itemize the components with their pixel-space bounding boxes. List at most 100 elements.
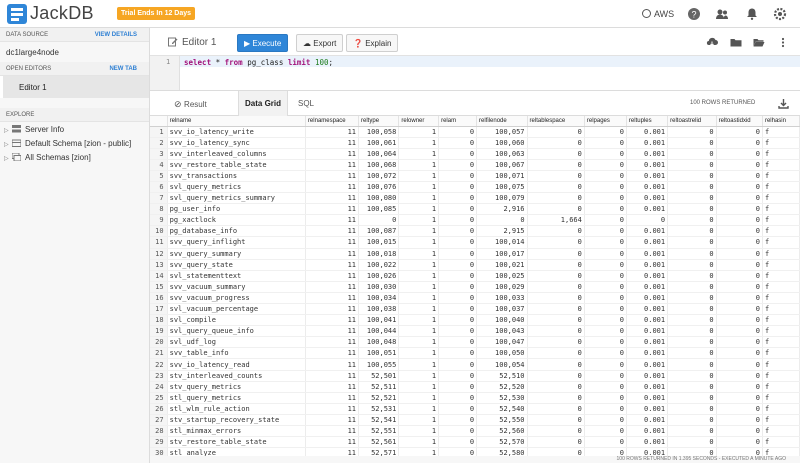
table-cell[interactable]: 0 <box>667 148 717 160</box>
table-cell[interactable]: 0.001 <box>626 358 669 371</box>
table-cell[interactable]: 100,034 <box>358 292 400 305</box>
table-row[interactable]: 30 stl_analyze 11 52,571 1 0 52,580 0 0 0.001 0 0 f <box>150 447 800 456</box>
table-row[interactable]: 6 svl_query_metrics 11 100,076 1 0 100,075 0 0 0.… <box>150 181 800 194</box>
table-cell[interactable]: 0 <box>438 203 478 216</box>
table-cell[interactable]: 0 <box>438 347 478 360</box>
table-cell[interactable]: 0 <box>584 392 627 404</box>
table-cell[interactable]: 0 <box>667 181 717 194</box>
table-cell[interactable]: 0 <box>716 181 763 194</box>
table-cell[interactable]: 0 <box>584 181 627 194</box>
table-cell[interactable]: f <box>762 314 800 327</box>
table-cell[interactable]: 52,531 <box>358 403 400 415</box>
table-cell[interactable]: 0 <box>667 403 717 415</box>
table-cell[interactable]: 52,541 <box>358 414 400 427</box>
table-cell[interactable]: 11 <box>305 248 360 260</box>
sql-line-1[interactable]: select * from pg_class limit 100; <box>180 56 800 67</box>
table-cell[interactable]: 100,072 <box>358 170 400 182</box>
table-cell[interactable]: 1 <box>398 170 440 182</box>
table-cell[interactable]: 0 <box>626 214 669 227</box>
table-cell[interactable]: 100,018 <box>358 248 400 260</box>
folder-icon[interactable] <box>730 37 742 48</box>
table-cell[interactable]: 1 <box>398 381 440 393</box>
table-cell[interactable]: f <box>762 192 800 205</box>
table-cell[interactable]: 100,030 <box>358 281 400 293</box>
table-cell[interactable]: 100,064 <box>358 148 400 160</box>
tree-item-default-schema[interactable]: ▷ Default Schema [zion - public] <box>0 136 149 150</box>
table-cell[interactable]: 0 <box>527 270 585 282</box>
table-cell[interactable]: 0 <box>527 303 585 316</box>
table-row[interactable]: 15 svv_vacuum_summary 11 100,030 1 0 100,029 0 0… <box>150 281 800 293</box>
table-cell[interactable]: 0.001 <box>626 225 669 238</box>
table-cell[interactable]: 100,014 <box>476 236 528 249</box>
table-cell[interactable]: 0 <box>527 159 585 171</box>
table-cell[interactable]: 0 <box>584 425 627 438</box>
table-cell[interactable]: 0 <box>584 148 627 160</box>
table-cell[interactable]: 11 <box>305 447 360 456</box>
table-cell[interactable]: 0.001 <box>626 270 669 282</box>
table-cell[interactable]: stv_startup_recovery_state <box>167 414 306 427</box>
table-row[interactable]: 13 svv_query_state 11 100,022 1 0 100,021 0 0 0.0… <box>150 259 800 271</box>
table-cell[interactable]: 0 <box>527 248 585 260</box>
table-cell[interactable]: 52,580 <box>476 447 528 456</box>
column-header[interactable]: relpages <box>584 116 627 127</box>
column-header[interactable]: relname <box>167 116 306 127</box>
table-row[interactable]: 18 svl_compile 11 100,041 1 0 100,040 0 0 0.001 0 0… <box>150 314 800 327</box>
table-cell[interactable]: 100,087 <box>358 225 400 238</box>
table-cell[interactable]: 0 <box>667 203 717 216</box>
table-cell[interactable]: 1 <box>398 181 440 194</box>
table-cell[interactable]: svv_io_latency_sync <box>167 137 306 149</box>
table-cell[interactable]: 52,550 <box>476 414 528 427</box>
table-cell[interactable]: svl_query_metrics <box>167 181 306 194</box>
table-cell[interactable]: svl_compile <box>167 314 306 327</box>
settings-gear-icon[interactable] <box>773 7 787 21</box>
table-cell[interactable]: 0 <box>527 192 585 205</box>
table-cell[interactable]: 0.001 <box>626 325 669 338</box>
table-cell[interactable]: f <box>762 281 800 293</box>
table-cell[interactable]: 0.001 <box>626 370 669 382</box>
table-cell[interactable]: 11 <box>305 436 360 449</box>
table-cell[interactable]: 100,061 <box>358 137 400 149</box>
table-row[interactable]: 1 svv_io_latency_write 11 100,058 1 0 100,057 0… <box>150 126 800 138</box>
table-cell[interactable]: 0 <box>716 248 763 260</box>
table-cell[interactable]: 1 <box>398 314 440 327</box>
table-cell[interactable]: svv_io_latency_read <box>167 358 306 371</box>
explain-button[interactable]: ❓ Explain <box>346 34 399 52</box>
table-cell[interactable]: 1 <box>398 214 440 227</box>
table-cell[interactable]: 52,501 <box>358 370 400 382</box>
table-cell[interactable]: 100,038 <box>358 303 400 316</box>
table-cell[interactable]: 0 <box>716 347 763 360</box>
table-cell[interactable]: 0 <box>527 447 585 456</box>
table-cell[interactable]: 100,079 <box>476 192 528 205</box>
table-cell[interactable]: 0 <box>527 370 585 382</box>
table-cell[interactable]: 11 <box>305 392 360 404</box>
table-cell[interactable]: 100,041 <box>358 314 400 327</box>
table-cell[interactable]: 0 <box>667 447 717 456</box>
table-cell[interactable]: 0 <box>438 148 478 160</box>
table-cell[interactable]: svv_io_latency_write <box>167 126 306 138</box>
table-row[interactable]: 10 pg_database_info 11 100,087 1 0 2,915 0 0 0.00… <box>150 225 800 238</box>
table-cell[interactable]: 0 <box>527 259 585 271</box>
table-row[interactable]: 9 pg_xactlock 11 0 1 0 0 1,664 0 0 0 0 f <box>150 214 800 227</box>
table-cell[interactable]: pg_user_info <box>167 203 306 216</box>
table-row[interactable]: 21 svv_table_info 11 100,051 1 0 100,050 0 0 0.00… <box>150 347 800 360</box>
table-cell[interactable]: svv_restore_table_state <box>167 159 306 171</box>
column-header[interactable]: relhasin <box>762 116 800 127</box>
table-cell[interactable]: 0 <box>667 248 717 260</box>
table-cell[interactable]: f <box>762 425 800 438</box>
table-cell[interactable]: 0 <box>527 126 585 138</box>
table-cell[interactable]: f <box>762 392 800 404</box>
folder-open-icon[interactable] <box>753 37 765 48</box>
table-cell[interactable]: 0 <box>438 259 478 271</box>
table-cell[interactable]: 0 <box>438 370 478 382</box>
table-cell[interactable]: 0 <box>584 192 627 205</box>
table-cell[interactable]: 0.001 <box>626 181 669 194</box>
table-cell[interactable]: 0 <box>438 314 478 327</box>
table-row[interactable]: 27 stv_startup_recovery_state 11 52,541 1 0 52… <box>150 414 800 427</box>
table-cell[interactable]: 0 <box>667 425 717 438</box>
tree-item-server-info[interactable]: ▷ Server Info <box>0 122 149 136</box>
table-cell[interactable]: 0.001 <box>626 392 669 404</box>
table-cell[interactable]: 0 <box>584 170 627 182</box>
table-cell[interactable]: 0 <box>716 192 763 205</box>
table-cell[interactable]: 1 <box>398 414 440 427</box>
table-cell[interactable]: 0 <box>667 281 717 293</box>
